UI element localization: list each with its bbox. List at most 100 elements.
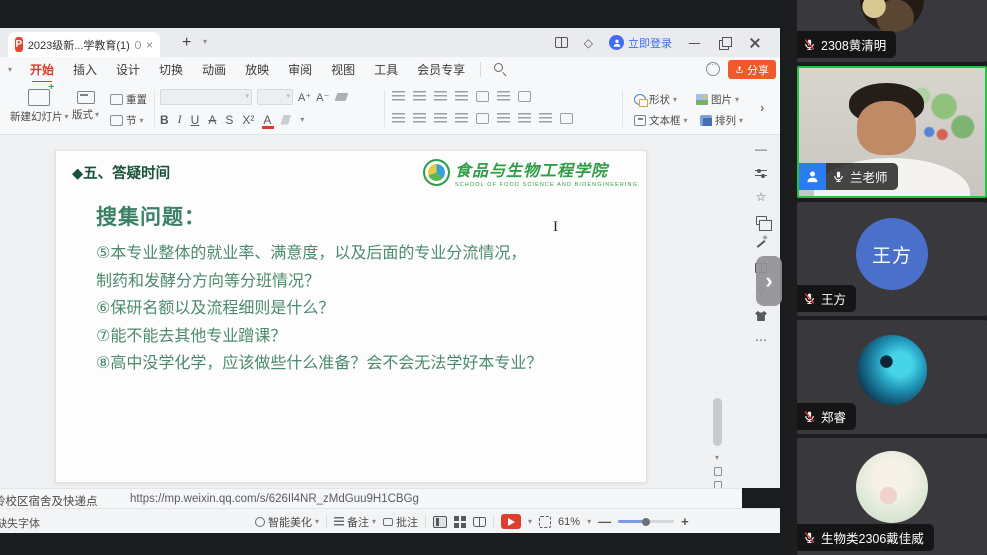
smart-beautify-icon[interactable] [755,238,767,250]
layout-button[interactable]: 版式▾ [72,91,99,122]
participant-tile[interactable]: 2308黄清明 [797,0,987,62]
reset-button[interactable]: 重置 [110,92,147,107]
justify-icon[interactable] [455,113,468,124]
search-icon[interactable] [494,63,503,72]
text-direction-icon[interactable] [476,91,489,102]
text-sort-icon[interactable] [497,91,510,102]
document-tab[interactable]: P 2023级新...学教育(1) × [8,32,160,57]
toolbar-overflow-chevron[interactable]: › [760,100,764,115]
favorites-icon[interactable]: ☆ [756,191,767,203]
more-tools-icon[interactable]: ⋯ [755,334,767,346]
slide-canvas[interactable]: ◆五、答疑时间 食品与生物工程学院 SCHOOL OF FOOD SCIENCE… [55,150,647,483]
highlight-pen-icon[interactable] [280,115,291,125]
align-right-icon[interactable] [434,113,447,124]
participant-tile[interactable]: 生物类2306戴佳威 [797,438,987,555]
meeting-app-window: P 2023级新...学教育(1) × + ▾ ◇ 立即登录 [0,0,987,555]
tab-list-chevron-icon[interactable]: ▾ [203,37,207,46]
feedback-icon[interactable] [706,62,720,76]
new-slide-button[interactable]: 新建幻灯片▾ [10,89,69,124]
comments-button[interactable]: 批注 [383,514,418,530]
arrange-button[interactable]: 排列 ▾ [700,113,743,128]
missing-font-warning[interactable]: 缺失字体 [0,515,40,531]
properties-icon[interactable] [755,168,767,178]
workspace-icon[interactable]: ◇ [584,36,593,50]
ribbon-tab-insert[interactable]: 插入 [73,61,97,78]
italic-button[interactable]: I [178,112,182,127]
zoom-out-button[interactable]: — [598,514,611,529]
split-view-icon[interactable] [555,37,568,48]
font-color-button[interactable]: A [263,113,271,127]
previous-slide-button[interactable] [714,467,722,476]
share-button[interactable]: 分享 [728,60,776,79]
superscript-button[interactable]: X² [242,113,254,127]
ribbon-tab-design[interactable]: 设计 [116,61,140,78]
picture-button[interactable]: 图片 ▾ [696,92,739,107]
zoom-chevron-icon[interactable]: ▾ [587,517,591,526]
vertical-scrollbar[interactable] [713,398,722,446]
normal-view-button[interactable] [433,516,447,528]
ribbon-tab-transition[interactable]: 切换 [159,61,183,78]
zoom-slider[interactable] [618,520,674,523]
align-left-icon[interactable] [392,113,405,124]
smart-beautify-button[interactable]: 智能美化 ▾ [255,514,319,530]
row-spacing-icon[interactable] [497,113,510,124]
participant-tile-speaking[interactable]: 兰老师 [797,66,987,198]
shrink-font-button[interactable]: A⁻ [316,91,329,104]
strikethrough-button[interactable]: A [208,113,216,127]
participant-tile[interactable]: 王方 王方 [797,202,987,316]
columns-icon[interactable] [476,113,489,124]
collapse-pane-icon[interactable]: — [755,143,767,155]
align-center-icon[interactable] [413,113,426,124]
ribbon-tab-member[interactable]: 会员专享 [417,61,465,78]
reading-view-button[interactable] [473,517,486,527]
ribbon-tab-slideshow[interactable]: 放映 [245,61,269,78]
notes-url[interactable]: https://mp.weixin.qq.com/s/626Il4NR_zMdG… [130,493,419,505]
clear-format-icon[interactable] [335,93,349,101]
sidebar-collapse-button[interactable]: › [756,256,782,306]
login-button[interactable]: 立即登录 [609,35,672,51]
minimize-button[interactable] [688,36,702,50]
slide-sorter-view-button[interactable] [454,516,466,528]
tab-close-icon[interactable]: × [146,40,153,50]
fit-slide-button[interactable] [539,516,551,528]
line-height-icon[interactable] [539,113,552,124]
ribbon-tab-review[interactable]: 审阅 [288,61,312,78]
zoom-slider-thumb[interactable] [642,518,650,526]
column-spacing-icon[interactable] [518,113,531,124]
ribbon-tab-view[interactable]: 视图 [331,61,355,78]
speaker-notes-button[interactable]: 备注 ▾ [334,514,376,530]
font-name-select[interactable] [160,89,252,105]
shapes-button[interactable]: 形状 ▾ [634,92,677,107]
chevron-down-icon: ▾ [739,116,743,125]
numbered-list-icon[interactable] [413,91,426,102]
bullet-list-icon[interactable] [392,91,405,102]
new-tab-button[interactable]: + [182,34,191,52]
font-size-select[interactable] [257,89,293,105]
participant-label: 王方 [797,285,856,312]
restore-button[interactable] [718,36,732,50]
scroll-down-icon[interactable]: ▾ [715,453,719,462]
text-tools-icon[interactable] [518,91,531,102]
distribute-icon[interactable] [560,113,573,124]
ribbon-tab-animation[interactable]: 动画 [202,61,226,78]
grow-font-button[interactable]: A⁺ [298,91,311,104]
ribbon-tab-tools[interactable]: 工具 [374,61,398,78]
bold-button[interactable]: B [160,113,169,127]
beautify-icon [255,517,265,527]
shape-library-icon[interactable] [756,216,767,225]
skin-theme-icon[interactable] [755,311,767,321]
underline-button[interactable]: U [191,113,200,127]
slideshow-play-button[interactable] [501,514,521,529]
section-button[interactable]: 节 ▾ [110,113,144,128]
zoom-in-button[interactable]: + [681,514,689,529]
ribbon-collapse-icon[interactable]: ▾ [8,65,12,74]
close-button[interactable] [748,36,762,50]
zoom-level[interactable]: 61% [558,516,580,528]
increase-indent-icon[interactable] [455,91,468,102]
play-options-chevron-icon[interactable]: ▾ [528,517,532,526]
ribbon-tab-home[interactable]: 开始 [30,61,54,78]
decrease-indent-icon[interactable] [434,91,447,102]
participant-tile[interactable]: 郑睿 [797,320,987,434]
shadow-button[interactable]: S [225,113,233,127]
textbox-button[interactable]: 文本框 ▾ [634,113,688,128]
